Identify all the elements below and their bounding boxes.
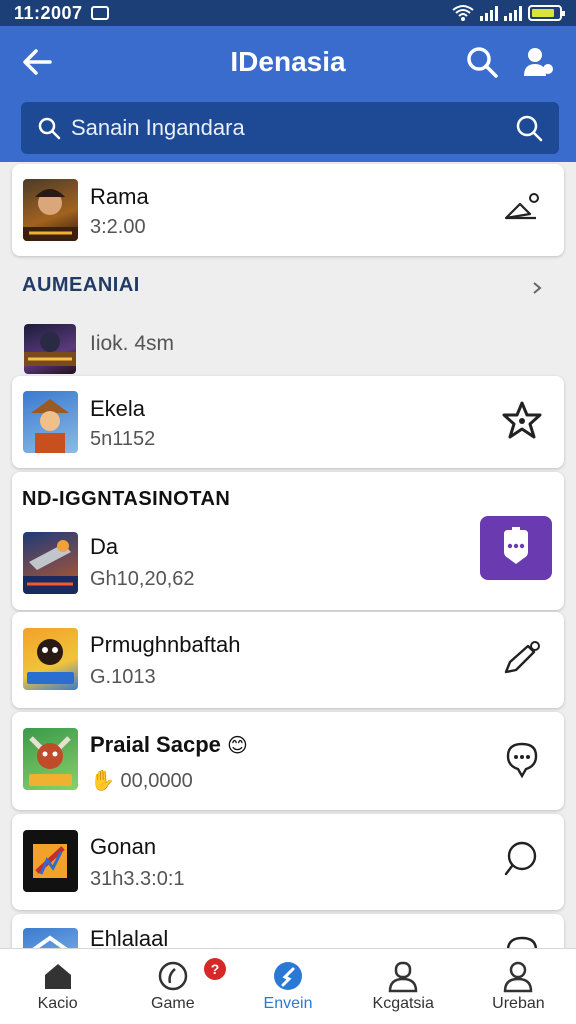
game-thumbnail (23, 391, 78, 453)
battery-icon (528, 5, 565, 21)
game-thumbnail (24, 324, 76, 374)
search-icon[interactable] (462, 42, 502, 82)
game-thumbnail (23, 532, 78, 594)
game-thumbnail (23, 830, 78, 892)
item-meta: Gh10,20,62 (90, 568, 195, 590)
explore-icon (274, 962, 302, 990)
item-name: Prmughnbaftah (90, 632, 241, 657)
section-header: ND-IGGNTASINOTAN (22, 488, 231, 510)
home-icon (44, 964, 71, 989)
game-list: Rama 3:2.00 AUMEANIAI Iiok. 4sm Ekela 5n… (0, 162, 576, 948)
chat-button[interactable] (480, 516, 552, 580)
item-meta: G.1013 (90, 666, 156, 688)
speech-bubble-icon[interactable] (500, 736, 544, 780)
item-name: Da (90, 534, 119, 559)
status-bar: 11:2007 (0, 0, 576, 26)
game-thumbnail (23, 628, 78, 690)
item-meta: 5n1152 (90, 428, 156, 450)
game-icon (158, 961, 188, 991)
bottom-navigation: Kacio Game Envein Kcgatsia Ureban (0, 948, 576, 1024)
nav-item-kcgatsia[interactable]: Kcgatsia (346, 949, 461, 1024)
item-name: Praial Sacpe 😊 (90, 732, 248, 757)
list-item-prmughnbaftah[interactable]: Prmughnbaftah G.1013 (12, 612, 564, 708)
search-placeholder: Sanain Ingandara (71, 115, 245, 140)
hand-icon: ✋ (90, 770, 115, 792)
item-name: Rama (90, 184, 149, 209)
person-icon (388, 961, 418, 993)
item-name: Ekela (90, 396, 146, 421)
item-name: Ehlalaal (90, 926, 169, 948)
game-thumbnail (23, 928, 78, 948)
list-item-gonan[interactable]: Gonan 31h3.3:0:1 (12, 814, 564, 910)
item-meta: ✋ 00,0000 (90, 770, 193, 792)
item-meta: 31h3.3:0:1 (90, 868, 185, 890)
chevron-right-icon[interactable] (530, 280, 544, 296)
star-icon[interactable] (500, 398, 544, 442)
wifi-icon (452, 5, 474, 21)
nav-label: Game (151, 995, 195, 1012)
status-time: 11:2007 (14, 2, 83, 23)
list-item-rama[interactable]: Rama 3:2.00 (12, 164, 564, 256)
speech-bubble-icon[interactable] (500, 928, 544, 948)
search-field-icon (38, 117, 61, 140)
notification-badge: ? (204, 958, 226, 980)
section-header: AUMEANIAI (22, 274, 140, 296)
item-name: Gonan (90, 834, 157, 859)
chat-bubble-icon[interactable] (500, 836, 544, 880)
nav-label: Kacio (37, 995, 78, 1012)
nav-item-ureban[interactable]: Ureban (461, 949, 576, 1024)
signal-icon-2 (504, 5, 522, 21)
pen-icon[interactable] (500, 186, 544, 230)
emoji-icon: 😊 (227, 735, 248, 757)
user-icon (504, 961, 533, 993)
nav-label: Kcgatsia (372, 995, 434, 1012)
nav-item-kacio[interactable]: Kacio (0, 949, 115, 1024)
list-item-praial-sacpe[interactable]: Praial Sacpe 😊 ✋ 00,0000 (12, 712, 564, 810)
search-field[interactable]: Sanain Ingandara (21, 102, 559, 154)
item-meta: 3:2.00 (90, 216, 146, 238)
list-item-ekela[interactable]: Ekela 5n1152 (12, 376, 564, 468)
nav-label: Ureban (492, 995, 545, 1012)
search-submit-icon[interactable] (513, 112, 545, 144)
list-item-ehlalaal[interactable]: Ehlalaal (12, 914, 564, 948)
item-meta: Iiok. 4sm (90, 332, 175, 355)
game-thumbnail (23, 728, 78, 790)
nav-label: Envein (263, 995, 313, 1012)
profile-icon[interactable] (518, 42, 558, 82)
chat-icon (504, 527, 528, 564)
pen-icon[interactable] (500, 636, 544, 680)
app-bar: IDenasia Sanain Ingandara (0, 26, 576, 162)
nav-item-envein[interactable]: Envein (230, 949, 345, 1024)
notification-icon (90, 6, 109, 20)
game-thumbnail (23, 179, 78, 241)
signal-icon (480, 5, 498, 21)
